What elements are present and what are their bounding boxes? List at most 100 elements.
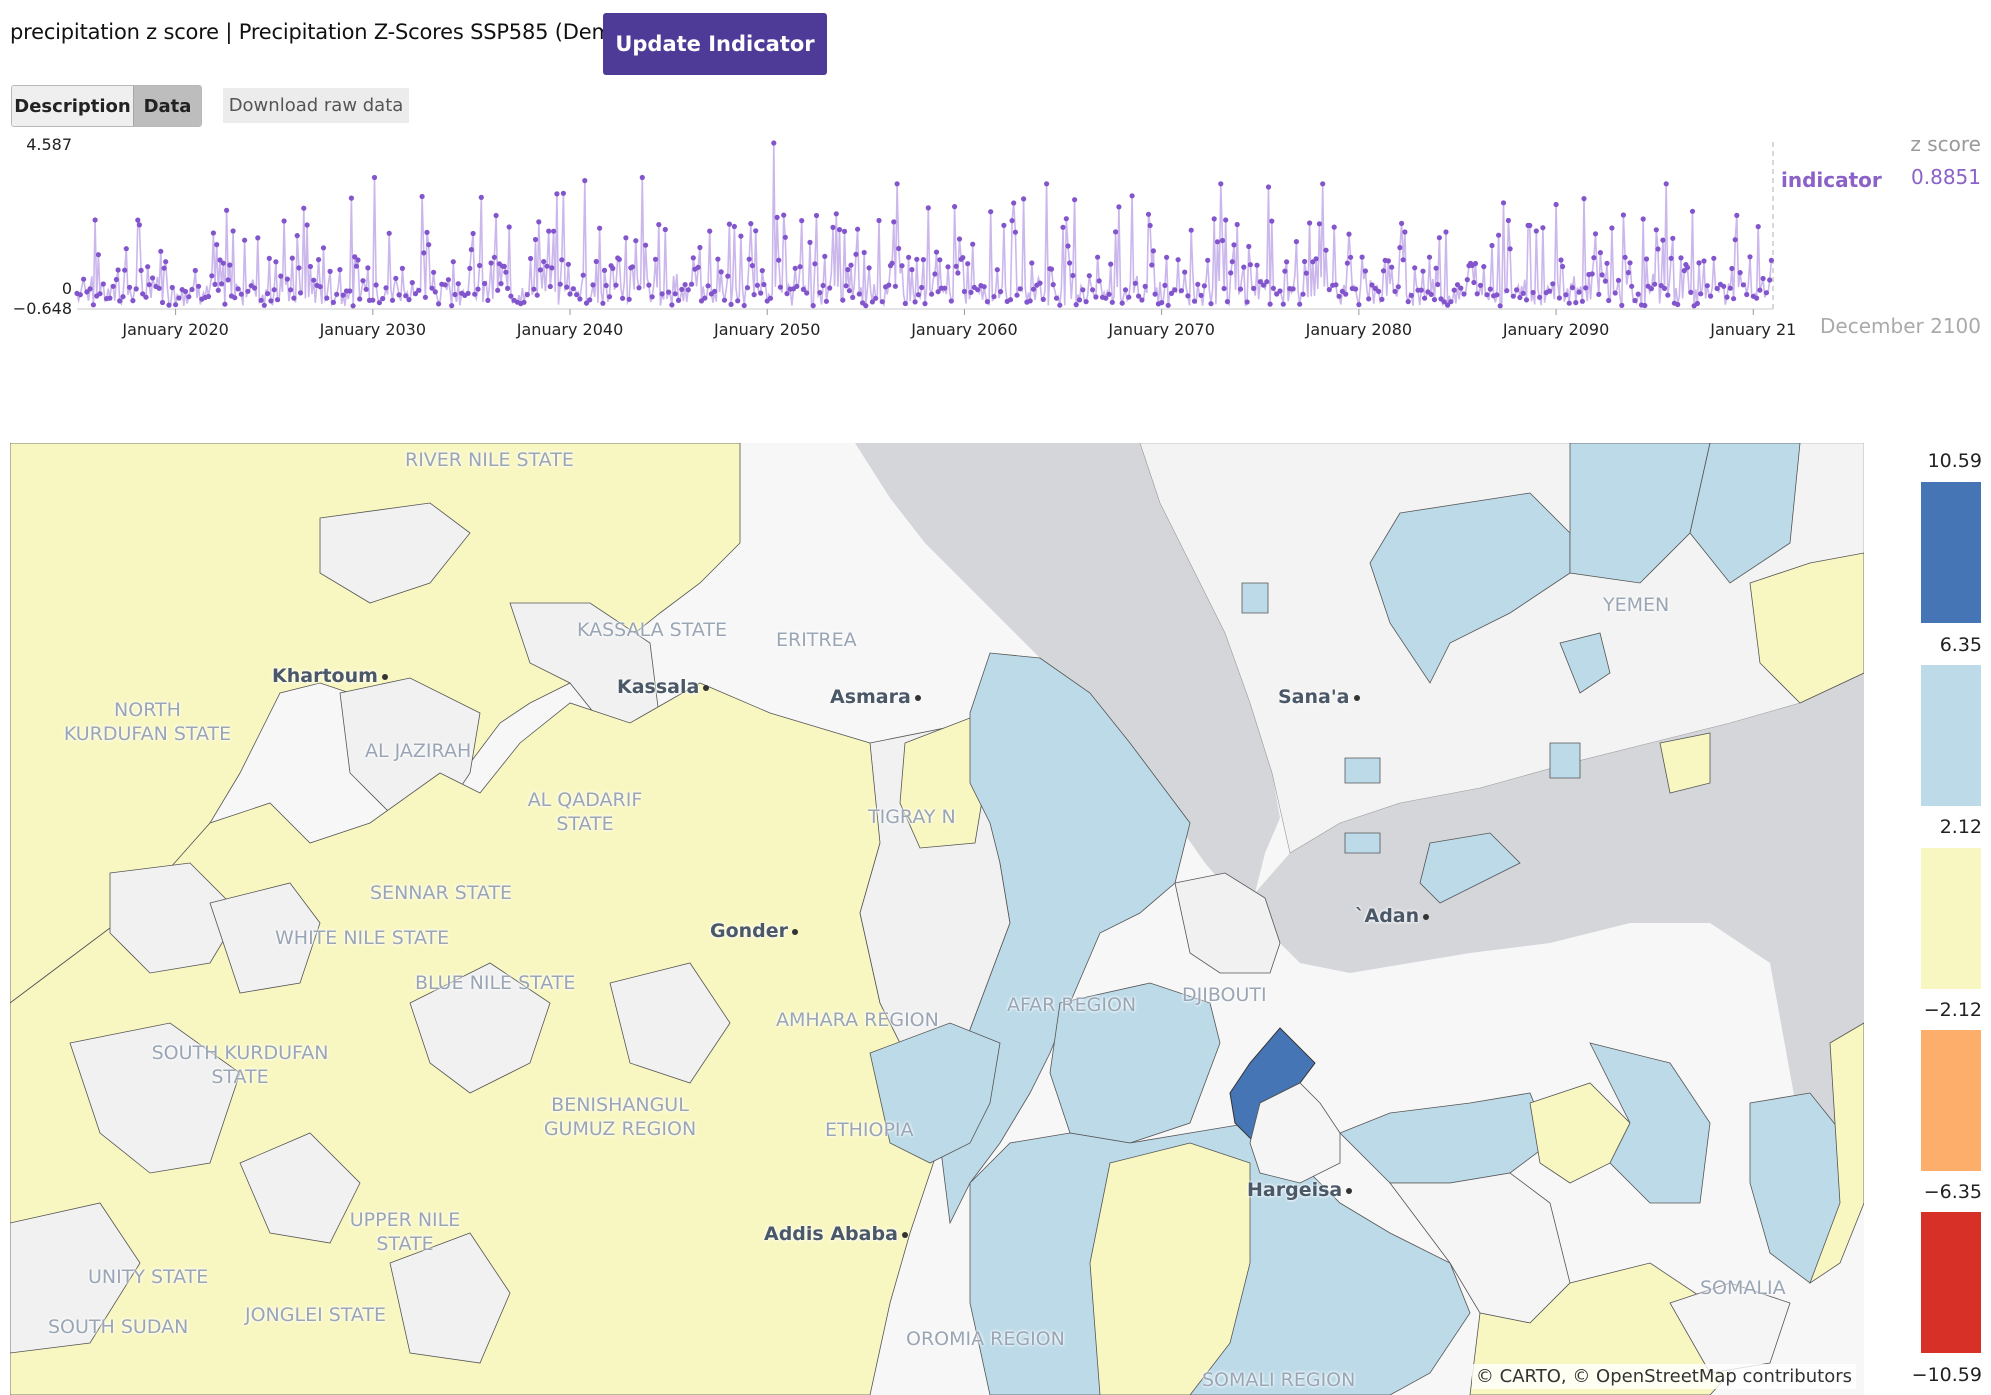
data-point <box>929 291 935 297</box>
data-point <box>232 295 238 301</box>
data-point <box>475 286 481 292</box>
data-point <box>590 282 596 288</box>
x-tick-label: January 2020 <box>121 320 228 339</box>
data-point <box>450 259 456 265</box>
data-point <box>1487 286 1493 292</box>
data-point <box>281 218 287 224</box>
data-point <box>896 245 902 252</box>
map-attribution[interactable]: © CARTO, © OpenStreetMap contributors <box>1471 1364 1856 1389</box>
data-point <box>173 302 179 308</box>
data-point <box>1198 292 1204 298</box>
data-point <box>961 288 968 295</box>
data-point <box>1643 256 1650 262</box>
data-point <box>1063 216 1069 222</box>
city-name: Gonder <box>710 920 789 942</box>
data-point <box>419 193 425 200</box>
data-point <box>1436 235 1442 241</box>
data-point <box>182 288 189 295</box>
data-point <box>1688 289 1694 295</box>
data-point <box>1280 301 1286 307</box>
data-point <box>1044 181 1050 187</box>
data-point <box>324 295 330 301</box>
data-point <box>330 299 336 305</box>
data-point <box>1517 294 1523 301</box>
download-raw-data-button[interactable]: Download raw data <box>223 88 409 123</box>
data-point <box>975 287 981 293</box>
data-point <box>493 212 499 219</box>
legend-label: 6.35 <box>1939 634 1982 656</box>
data-point <box>1119 300 1125 306</box>
legend-label: −2.12 <box>1923 999 1982 1021</box>
data-point <box>1178 288 1184 294</box>
data-point <box>465 290 471 296</box>
data-point <box>350 303 356 309</box>
data-point <box>914 256 920 262</box>
data-point <box>1422 295 1428 301</box>
data-point <box>1359 254 1365 260</box>
data-point <box>1426 254 1433 260</box>
data-point <box>1754 295 1760 301</box>
data-point <box>110 283 116 289</box>
data-point <box>636 285 642 291</box>
data-point <box>100 281 106 287</box>
data-point <box>416 287 422 293</box>
data-point <box>1228 270 1234 276</box>
data-point <box>1293 239 1299 245</box>
data-point <box>95 252 101 258</box>
data-point <box>1096 278 1102 284</box>
data-point <box>1747 254 1753 260</box>
data-point <box>1408 292 1414 298</box>
data-point <box>998 289 1004 295</box>
legend-label: 10.59 <box>1927 450 1982 472</box>
data-point <box>1481 264 1487 270</box>
data-point <box>1433 265 1439 271</box>
data-point <box>1048 266 1055 272</box>
data-point <box>1583 285 1589 291</box>
data-point <box>1072 197 1078 203</box>
data-point <box>1596 291 1602 297</box>
data-point <box>1489 242 1495 249</box>
tab-data[interactable]: Data <box>133 86 201 126</box>
data-point <box>268 298 274 304</box>
data-point <box>1231 242 1237 248</box>
data-point <box>491 254 497 260</box>
data-point <box>1418 287 1424 293</box>
data-point <box>380 296 386 302</box>
data-point <box>1247 262 1253 268</box>
data-point <box>1323 247 1329 253</box>
tab-description[interactable]: Description <box>12 86 133 126</box>
data-point <box>1221 285 1227 292</box>
data-point <box>1326 287 1332 293</box>
data-point <box>984 299 991 305</box>
city-name: Sana'a <box>1278 686 1350 708</box>
data-point <box>317 284 323 290</box>
choropleth-map[interactable]: RIVER NILE STATE KASSALA STATE ERITREA N… <box>10 443 1864 1395</box>
data-point <box>580 272 586 278</box>
data-point <box>827 285 833 291</box>
data-point <box>1546 288 1553 294</box>
data-point <box>866 265 872 271</box>
data-point <box>1007 297 1014 303</box>
data-point <box>886 282 892 288</box>
legend-label: −6.35 <box>1923 1181 1982 1203</box>
data-point <box>603 282 609 289</box>
data-point <box>1569 285 1576 291</box>
data-point <box>1500 200 1507 206</box>
data-point <box>1149 262 1155 268</box>
data-point <box>1191 298 1198 304</box>
update-indicator-button[interactable]: Update Indicator <box>603 13 827 75</box>
data-point <box>1704 283 1710 289</box>
data-point <box>1241 264 1247 270</box>
region-label: BENISHANGUL GUMUZ REGION <box>543 1094 697 1140</box>
map-canvas[interactable] <box>10 443 1864 1395</box>
data-point <box>77 292 83 298</box>
data-point <box>850 294 856 300</box>
data-point <box>271 287 277 293</box>
timeseries-chart[interactable]: 4.587 0 −0.648 January 2020 January 2030 J… <box>0 128 1991 343</box>
data-point <box>304 222 310 228</box>
data-point <box>1095 254 1101 260</box>
data-point <box>1402 229 1408 235</box>
data-point <box>1494 292 1500 298</box>
data-point <box>255 235 261 241</box>
data-point <box>1379 296 1385 302</box>
